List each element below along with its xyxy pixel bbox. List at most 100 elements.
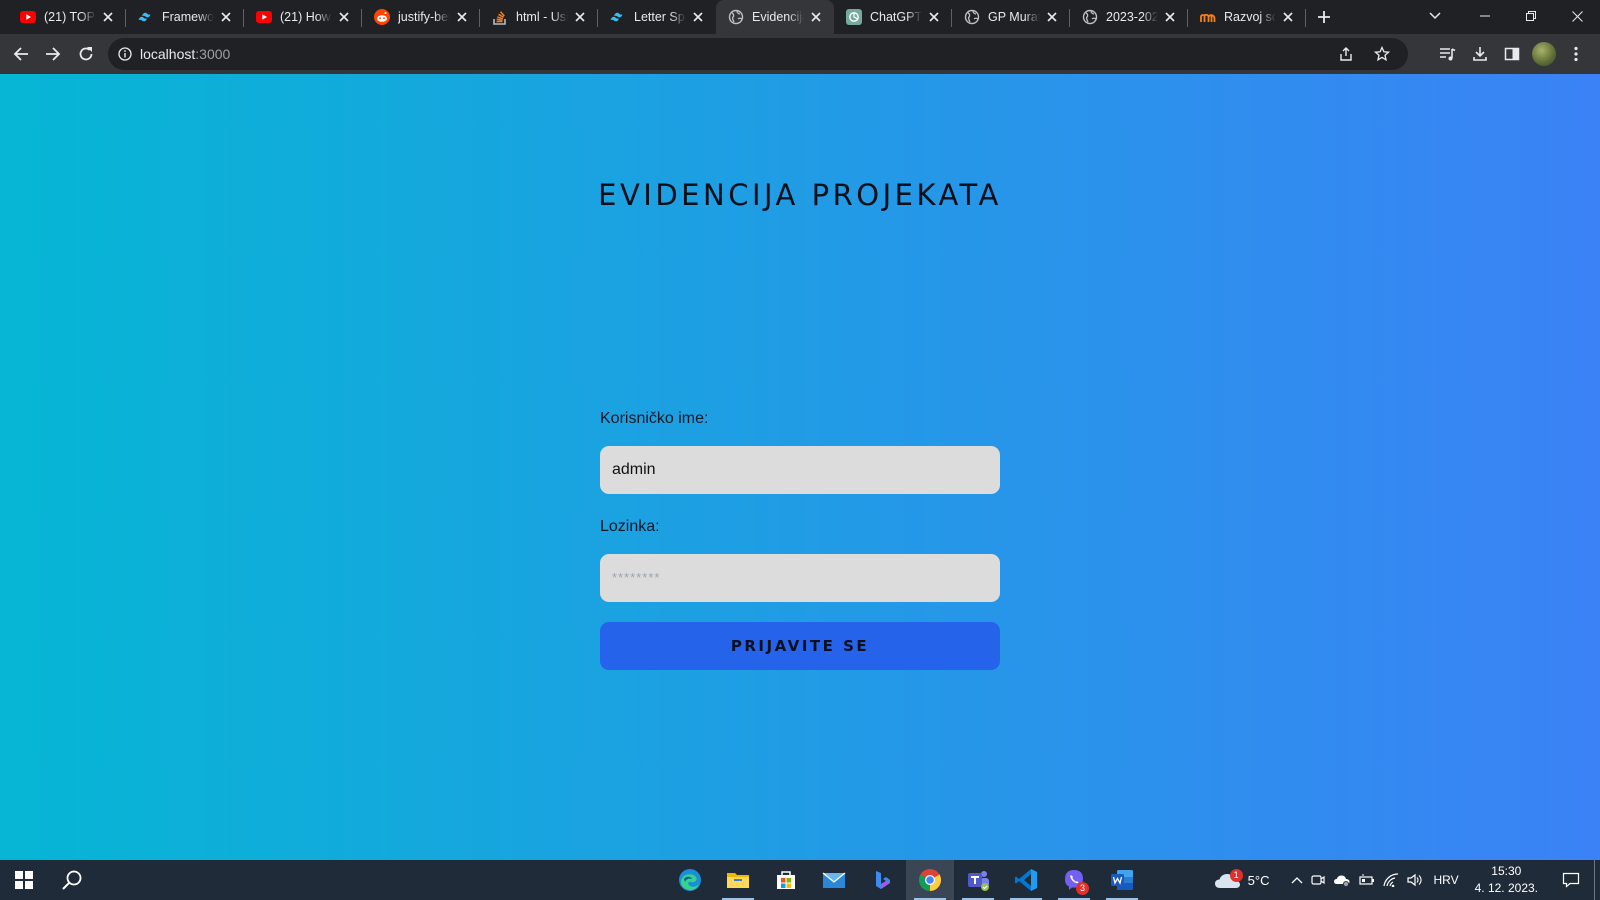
tab-chatgpt[interactable]: ChatGPT xyxy=(834,0,952,34)
close-tab-icon[interactable] xyxy=(926,9,942,25)
reload-icon xyxy=(79,47,93,61)
close-tab-icon[interactable] xyxy=(690,9,706,25)
playlist-music-icon xyxy=(1440,48,1456,61)
menu-button[interactable] xyxy=(1560,38,1592,70)
close-tab-icon[interactable] xyxy=(100,9,116,25)
vscode-icon xyxy=(1015,869,1037,891)
close-window-button[interactable] xyxy=(1554,0,1600,32)
word-app[interactable] xyxy=(1098,860,1146,900)
search-button[interactable] xyxy=(48,860,96,900)
close-tab-icon[interactable] xyxy=(1044,9,1060,25)
tab-reddit[interactable]: justify-between xyxy=(362,0,480,34)
tab-razvoj-softvera[interactable]: Razvoj softvera xyxy=(1188,0,1306,34)
tab-gp-murat[interactable]: GP Murat xyxy=(952,0,1070,34)
back-button[interactable] xyxy=(5,38,37,70)
weather-badge: 1 xyxy=(1229,869,1243,882)
restore-button[interactable] xyxy=(1508,0,1554,32)
close-tab-icon[interactable] xyxy=(336,9,352,25)
close-icon xyxy=(1571,10,1583,22)
page-title: EVIDENCIJA PROJEKATA xyxy=(598,178,1002,212)
mail-app[interactable] xyxy=(810,860,858,900)
onedrive-button[interactable] xyxy=(1329,860,1355,900)
password-input[interactable] xyxy=(600,554,1000,602)
network-indicator[interactable] xyxy=(1379,860,1403,900)
chrome-app[interactable] xyxy=(906,860,954,900)
username-input[interactable] xyxy=(600,446,1000,494)
globe-icon xyxy=(1082,9,1098,25)
close-tab-icon[interactable] xyxy=(808,9,824,25)
windows-taskbar: 3 1 5°C HRV 15:30 4. 12. 2023. xyxy=(0,860,1600,900)
battery-indicator[interactable] xyxy=(1355,860,1379,900)
media-controls-button[interactable] xyxy=(1432,38,1464,70)
clock[interactable]: 15:30 4. 12. 2023. xyxy=(1465,863,1548,897)
chevron-up-icon xyxy=(1292,877,1303,884)
clock-time: 15:30 xyxy=(1491,864,1522,878)
tab-2023-2024[interactable]: 2023-2024 xyxy=(1070,0,1188,34)
microsoft-store-app[interactable] xyxy=(762,860,810,900)
teams-app[interactable] xyxy=(954,860,1002,900)
tab-title: Evidencija xyxy=(752,10,804,24)
youtube-icon xyxy=(256,9,272,25)
forward-button[interactable] xyxy=(37,38,69,70)
tab-youtube-how[interactable]: (21) How xyxy=(244,0,362,34)
meet-now-button[interactable] xyxy=(1307,860,1329,900)
plus-icon xyxy=(1318,11,1330,23)
tab-search-button[interactable] xyxy=(1418,0,1452,32)
avatar xyxy=(1532,42,1556,66)
action-center-button[interactable] xyxy=(1548,860,1594,900)
reload-button[interactable] xyxy=(70,38,102,70)
camera-icon xyxy=(1311,875,1326,885)
address-bar[interactable]: localhost:3000 xyxy=(108,38,1408,70)
vscode-app[interactable] xyxy=(1002,860,1050,900)
close-tab-icon[interactable] xyxy=(454,9,470,25)
window-controls xyxy=(1462,0,1600,34)
tab-title: GP Murat xyxy=(988,10,1040,24)
close-tab-icon[interactable] xyxy=(1280,9,1296,25)
tab-youtube-top5[interactable]: (21) TOP 5 xyxy=(8,0,126,34)
share-button[interactable] xyxy=(1330,38,1362,70)
side-panel-button[interactable] xyxy=(1496,38,1528,70)
wifi-icon xyxy=(1383,873,1399,887)
mail-icon xyxy=(822,872,846,888)
bing-icon xyxy=(876,871,890,889)
edge-icon xyxy=(679,869,701,891)
minimize-icon xyxy=(1480,15,1490,17)
chevron-down-icon xyxy=(1429,12,1441,20)
file-explorer-app[interactable] xyxy=(714,860,762,900)
notification-badge: 3 xyxy=(1076,882,1089,895)
moodle-icon xyxy=(1200,9,1216,25)
side-panel-icon xyxy=(1504,47,1520,61)
tab-framework[interactable]: Framework xyxy=(126,0,244,34)
new-tab-button[interactable] xyxy=(1306,0,1342,34)
store-icon xyxy=(777,871,795,889)
viber-app[interactable]: 3 xyxy=(1050,860,1098,900)
volume-indicator[interactable] xyxy=(1403,860,1427,900)
kebab-menu-icon xyxy=(1574,46,1578,62)
bookmark-button[interactable] xyxy=(1366,38,1398,70)
clock-date: 4. 12. 2023. xyxy=(1474,881,1538,895)
show-desktop-button[interactable] xyxy=(1594,860,1600,900)
show-hidden-icons-button[interactable] xyxy=(1287,860,1307,900)
arrow-right-icon xyxy=(46,47,61,61)
close-tab-icon[interactable] xyxy=(1162,9,1178,25)
tab-stackoverflow[interactable]: html - Using xyxy=(480,0,598,34)
input-language[interactable]: HRV xyxy=(1427,860,1464,900)
tab-evidencija-active[interactable]: Evidencija xyxy=(716,0,834,34)
weather-widget[interactable]: 1 5°C xyxy=(1210,860,1269,900)
start-button[interactable] xyxy=(0,860,48,900)
minimize-button[interactable] xyxy=(1462,0,1508,32)
edge-app[interactable] xyxy=(666,860,714,900)
downloads-button[interactable] xyxy=(1464,38,1496,70)
browser-tab-strip: (21) TOP 5 Framework (21) How justify-be… xyxy=(0,0,1600,34)
word-icon xyxy=(1111,870,1133,890)
globe-icon xyxy=(728,9,744,25)
bing-chat-app[interactable] xyxy=(858,860,906,900)
tab-title: (21) How xyxy=(280,10,331,24)
tab-letter-spacing[interactable]: Letter Spacing xyxy=(598,0,716,34)
close-tab-icon[interactable] xyxy=(572,9,588,25)
login-button[interactable]: PRIJAVITE SE xyxy=(600,622,1000,670)
teams-icon xyxy=(968,871,989,891)
profile-button[interactable] xyxy=(1528,38,1560,70)
close-tab-icon[interactable] xyxy=(218,9,234,25)
info-icon[interactable] xyxy=(118,47,132,61)
